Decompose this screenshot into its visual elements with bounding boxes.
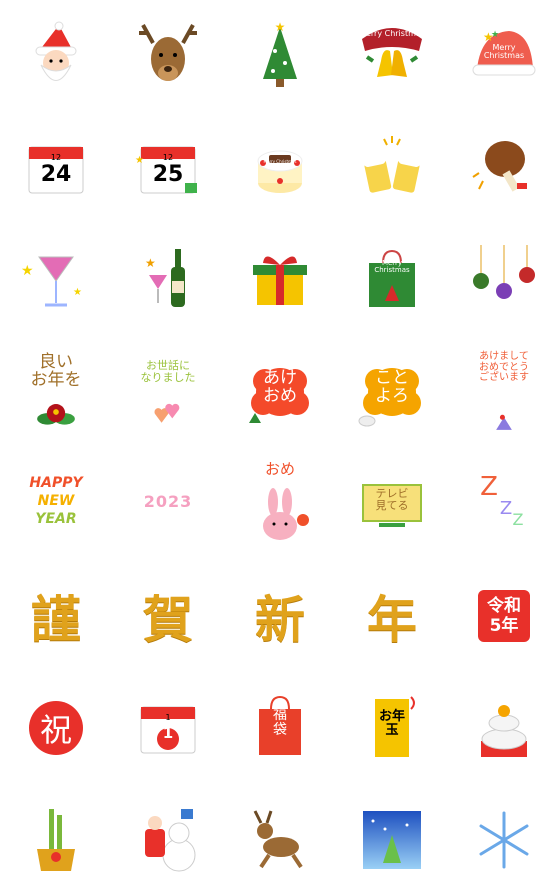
sticker-reindeer[interactable] xyxy=(112,0,224,112)
greeting-text: 良い お年を xyxy=(30,352,82,390)
sticker-chicken-leg[interactable] xyxy=(448,112,560,224)
sticker-akemashite-omedetou[interactable]: あけまして おめでとう ございます xyxy=(448,336,560,448)
mount-fuji-icon xyxy=(496,414,512,430)
sticker-calendar-1[interactable]: 1 1 xyxy=(112,672,224,784)
kanji-text: 新 xyxy=(255,590,305,649)
calendar-day: 24 xyxy=(40,162,72,187)
kanji-text: 賀 xyxy=(143,590,193,649)
cocktail-icon: ★★ xyxy=(21,256,82,307)
greeting-text: あけ おめ xyxy=(263,368,297,406)
sticker-ga[interactable]: 賀 xyxy=(112,560,224,672)
sticker-cocktail[interactable]: ★ ★ xyxy=(0,224,112,336)
wine-bottle-icon: ★ xyxy=(145,249,185,307)
sticker-kin[interactable]: 謹 xyxy=(0,560,112,672)
sticker-santa[interactable] xyxy=(0,0,112,112)
sticker-santa-hat[interactable]: ★ ★ Merry Christmas xyxy=(448,0,560,112)
sticker-calendar-25[interactable]: ★ 12 25 xyxy=(112,112,224,224)
greeting-text: おめ xyxy=(264,460,295,478)
sticker-beer-toast[interactable] xyxy=(336,112,448,224)
fukubukuro-text: 福 袋 xyxy=(273,707,287,738)
chicken-leg-icon xyxy=(472,141,527,192)
sticker-wine[interactable]: ★ xyxy=(112,224,224,336)
sticker-grid: ★ Merry Christmas ★ ★ Merry Christmas 12 … xyxy=(0,0,560,896)
sticker-gift[interactable] xyxy=(224,224,336,336)
sticker-kotoyoro[interactable]: こと よろ xyxy=(336,336,448,448)
sticker-ome-rabbit[interactable]: おめ xyxy=(224,448,336,560)
merry-christmas-label: Merry Christmas xyxy=(359,29,425,38)
greeting-text: お世話に なりました xyxy=(140,359,196,384)
svg-text:★: ★ xyxy=(73,287,82,298)
sticker-kagami-mochi[interactable] xyxy=(448,672,560,784)
reindeer-icon xyxy=(139,24,197,81)
greeting-text: あけまして おめでとう ございます xyxy=(479,351,529,383)
calendar-day: 25 xyxy=(152,162,184,187)
santa-snowman-icon xyxy=(145,809,196,872)
rabbit-icon xyxy=(263,488,309,540)
sticker-2023[interactable]: 2023 xyxy=(112,448,224,560)
otoshidama-text: お年 玉 xyxy=(378,709,405,738)
bag-label: Merry Christmas xyxy=(374,259,410,275)
sticker-watching-tv[interactable]: テレビ 見てる xyxy=(336,448,448,560)
snowy-tree-card-icon xyxy=(363,811,421,869)
christmas-tree-icon: ★ xyxy=(263,20,297,87)
year-number: 2023 xyxy=(143,492,193,511)
sticker-snowy-tree-card[interactable] xyxy=(336,784,448,896)
sticker-otoshidama[interactable]: お年 玉 xyxy=(336,672,448,784)
z-letter: Z xyxy=(512,510,524,529)
calendar-day: 1 xyxy=(162,724,174,742)
sticker-zzz[interactable]: Z Z Z xyxy=(448,448,560,560)
svg-text:★: ★ xyxy=(275,20,286,34)
gift-box-icon xyxy=(253,256,307,305)
svg-text:★: ★ xyxy=(21,263,34,279)
sticker-akeome[interactable]: あけ おめ xyxy=(224,336,336,448)
sticker-fukubukuro[interactable]: 福 袋 xyxy=(224,672,336,784)
cake-label: Merry Christmas xyxy=(263,159,297,164)
kadomatsu-icon xyxy=(37,809,75,871)
sticker-calendar-24[interactable]: 12 24 xyxy=(0,112,112,224)
sticker-cake[interactable]: Merry Christmas xyxy=(224,112,336,224)
sticker-reiwa-5[interactable]: 令和 5年 xyxy=(448,560,560,672)
new-text: NEW xyxy=(37,493,75,509)
kanji-text: 謹 xyxy=(31,590,81,649)
year-text: YEAR xyxy=(35,511,77,527)
z-letter: Z xyxy=(480,472,498,502)
santa-icon xyxy=(35,21,77,81)
reiwa-stamp: 令和 5年 xyxy=(478,590,530,642)
greeting-text: こと よろ xyxy=(375,368,409,406)
sticker-ornaments[interactable] xyxy=(448,224,560,336)
sticker-running-reindeer[interactable] xyxy=(224,784,336,896)
camellia-icon xyxy=(37,404,75,425)
snowflake-icon xyxy=(479,811,529,869)
sticker-santa-snowman[interactable] xyxy=(112,784,224,896)
sticker-nen[interactable]: 年 xyxy=(336,560,448,672)
ornaments-icon xyxy=(473,245,535,299)
running-reindeer-icon xyxy=(253,810,303,869)
kanji-text: 年 xyxy=(367,590,417,649)
sticker-snowflake[interactable] xyxy=(448,784,560,896)
sticker-happy-new-year[interactable]: HAPPY NEW YEAR xyxy=(0,448,112,560)
calendar-month: 1 xyxy=(165,713,171,722)
iwai-text: 祝 xyxy=(29,701,83,755)
svg-text:★: ★ xyxy=(491,30,499,40)
svg-text:★: ★ xyxy=(145,256,156,270)
cake-icon xyxy=(257,150,303,193)
sticker-christmas-bag[interactable]: Merry Christmas xyxy=(336,224,448,336)
sticker-christmas-tree[interactable]: ★ xyxy=(224,0,336,112)
sticker-kadomatsu[interactable] xyxy=(0,784,112,896)
hearts-icon xyxy=(154,403,180,423)
sticker-christmas-bells[interactable]: Merry Christmas xyxy=(336,0,448,112)
beer-toast-icon xyxy=(363,136,421,193)
merry-christmas-label: Merry Christmas xyxy=(483,43,525,61)
sticker-shin[interactable]: 新 xyxy=(224,560,336,672)
shopping-bag-icon xyxy=(369,249,415,307)
sticker-osewa-ni-narimashita[interactable]: お世話に なりました xyxy=(112,336,224,448)
happy-text: HAPPY xyxy=(29,475,83,491)
sticker-iwai[interactable]: 祝 xyxy=(0,672,112,784)
kagami-mochi-icon xyxy=(481,705,527,757)
sticker-yoi-otoshi-wo[interactable]: 良い お年を xyxy=(0,336,112,448)
